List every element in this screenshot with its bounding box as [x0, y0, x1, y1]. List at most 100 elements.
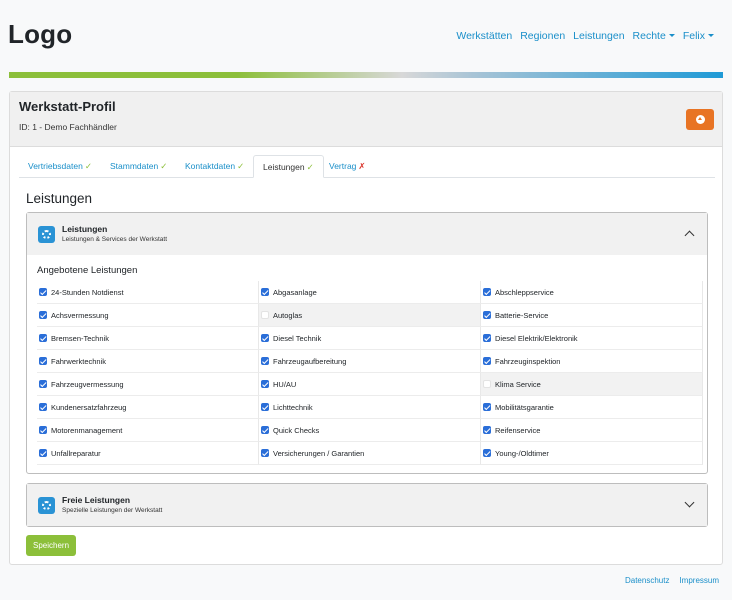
- accordion-title: Freie Leistungen: [62, 495, 131, 505]
- accordion-description: Spezielle Leistungen der Werkstatt: [62, 507, 163, 514]
- service-label: Lichttechnik: [273, 402, 313, 412]
- service-checkbox[interactable]: [261, 334, 269, 342]
- service-item: Young-/Oldtimer: [481, 442, 703, 465]
- service-label: Achsvermessung: [51, 310, 109, 320]
- service-label: Motorenmanagement: [51, 425, 123, 435]
- service-checkbox[interactable]: [483, 288, 491, 296]
- caret-down-icon: [668, 33, 675, 37]
- service-item: Abgasanlage: [259, 281, 481, 304]
- nav-leistungen-label: Leistungen: [573, 30, 625, 42]
- tab-label: Vertrag: [329, 161, 357, 171]
- service-checkbox[interactable]: [39, 334, 47, 342]
- service-item: Kundenersatzfahrzeug: [37, 396, 259, 419]
- service-label: 24-Stunden Notdienst: [51, 287, 124, 297]
- service-checkbox[interactable]: [483, 311, 491, 319]
- service-checkbox[interactable]: [39, 288, 47, 296]
- main-nav: Werkstätten Regionen Leistungen Rechte F…: [452, 30, 718, 42]
- service-label: Klima Service: [495, 379, 541, 389]
- service-checkbox[interactable]: [261, 311, 269, 319]
- check-icon: ✓: [84, 161, 92, 171]
- service-item: Fahrwerktechnik: [37, 350, 259, 373]
- check-icon: ✓: [306, 162, 314, 172]
- tab-label: Leistungen: [263, 162, 305, 172]
- service-checkbox[interactable]: [39, 380, 47, 388]
- nav-user-dropdown[interactable]: Felix: [679, 30, 718, 42]
- service-checkbox[interactable]: [261, 426, 269, 434]
- tab-kontaktdaten[interactable]: Kontaktdaten ✓: [176, 155, 253, 178]
- nav-werkstaetten[interactable]: Werkstätten: [452, 30, 516, 42]
- accordion-freie-leistungen: Freie Leistungen Spezielle Leistungen de…: [26, 483, 708, 527]
- accordion-title: Leistungen: [62, 224, 108, 234]
- accordion-leistungen-body: Angebotene Leistungen 24-Stunden Notdien…: [27, 255, 707, 473]
- service-checkbox[interactable]: [483, 403, 491, 411]
- tab-vertrag[interactable]: Vertrag ✗: [320, 155, 375, 178]
- nav-regionen-label: Regionen: [520, 30, 566, 42]
- tab-stammdaten[interactable]: Stammdaten ✓: [101, 155, 176, 178]
- service-checkbox[interactable]: [39, 311, 47, 319]
- tab-label: Kontaktdaten: [185, 161, 236, 171]
- accordion-leistungen: Leistungen Leistungen & Services der Wer…: [26, 212, 708, 474]
- service-checkbox[interactable]: [483, 380, 491, 388]
- page-title: Werkstatt-Profil: [19, 99, 116, 114]
- service-label: Diesel Technik: [273, 333, 322, 343]
- service-label: Bremsen-Technik: [51, 333, 109, 343]
- service-label: Diesel Elektrik/Elektronik: [495, 333, 578, 343]
- service-checkbox[interactable]: [39, 403, 47, 411]
- service-item: Abschleppservice: [481, 281, 703, 304]
- service-label: Kundenersatzfahrzeug: [51, 402, 127, 412]
- service-item: HU/AU: [259, 373, 481, 396]
- service-item: Lichttechnik: [259, 396, 481, 419]
- caret-down-icon: [708, 33, 714, 37]
- service-checkbox[interactable]: [483, 449, 491, 457]
- service-checkbox[interactable]: [39, 357, 47, 365]
- imprint-link[interactable]: Impressum: [679, 576, 719, 585]
- nav-leistungen[interactable]: Leistungen: [569, 30, 628, 42]
- tab-vertriebsdaten[interactable]: Vertriebsdaten ✓: [19, 155, 101, 178]
- service-item: Achsvermessung: [37, 304, 259, 327]
- service-checkbox[interactable]: [261, 288, 269, 296]
- gear-icon: [38, 226, 55, 243]
- profile-id: ID: 1 - Demo Fachhändler: [19, 122, 117, 132]
- cross-icon: ✗: [358, 161, 366, 171]
- service-checkbox[interactable]: [483, 334, 491, 342]
- chevron-up-icon[interactable]: [684, 230, 695, 241]
- service-label: Fahrzeuginspektion: [495, 356, 561, 366]
- service-item: Reifenservice: [481, 419, 703, 442]
- service-checkbox[interactable]: [261, 357, 269, 365]
- service-item: Bremsen-Technik: [37, 327, 259, 350]
- upload-button[interactable]: [686, 109, 714, 130]
- service-label: Fahrzeugvermessung: [51, 379, 124, 389]
- service-checkbox[interactable]: [261, 449, 269, 457]
- service-checkbox[interactable]: [483, 426, 491, 434]
- service-checkbox[interactable]: [483, 357, 491, 365]
- save-button[interactable]: Speichern: [26, 535, 77, 556]
- accordion-description: Leistungen & Services der Werkstatt: [62, 236, 168, 243]
- logo[interactable]: Logo: [8, 19, 72, 50]
- nav-rechte-dropdown[interactable]: Rechte: [629, 30, 679, 42]
- services-grid: 24-Stunden Notdienst Abgasanlage Abschlepp…: [37, 281, 703, 465]
- check-icon: ✓: [237, 161, 245, 171]
- chevron-down-icon[interactable]: [684, 497, 695, 508]
- navbar: Logo Werkstätten Regionen Leistungen Rec…: [0, 0, 732, 72]
- service-item: Klima Service: [481, 373, 703, 396]
- service-checkbox[interactable]: [261, 403, 269, 411]
- service-label: Fahrwerktechnik: [51, 356, 107, 366]
- service-item: Versicherungen / Garantien: [259, 442, 481, 465]
- accordion-freie-leistungen-header[interactable]: Freie Leistungen Spezielle Leistungen de…: [27, 484, 707, 526]
- service-item: Motorenmanagement: [37, 419, 259, 442]
- tab-leistungen[interactable]: Leistungen ✓: [253, 155, 324, 178]
- service-label: Quick Checks: [273, 425, 320, 435]
- service-label: Unfallreparatur: [51, 448, 101, 458]
- gear-icon: [38, 497, 55, 514]
- service-checkbox[interactable]: [261, 380, 269, 388]
- service-checkbox[interactable]: [39, 426, 47, 434]
- nav-werkstaetten-label: Werkstätten: [456, 30, 513, 42]
- tab-label: Vertriebsdaten: [28, 161, 83, 171]
- nav-regionen[interactable]: Regionen: [516, 30, 569, 42]
- service-item: Diesel Technik: [259, 327, 481, 350]
- check-icon: ✓: [160, 161, 168, 171]
- service-checkbox[interactable]: [39, 449, 47, 457]
- privacy-link[interactable]: Datenschutz: [625, 576, 669, 585]
- accordion-leistungen-header[interactable]: Leistungen Leistungen & Services der Wer…: [27, 213, 707, 255]
- footer: Datenschutz Impressum: [625, 576, 719, 585]
